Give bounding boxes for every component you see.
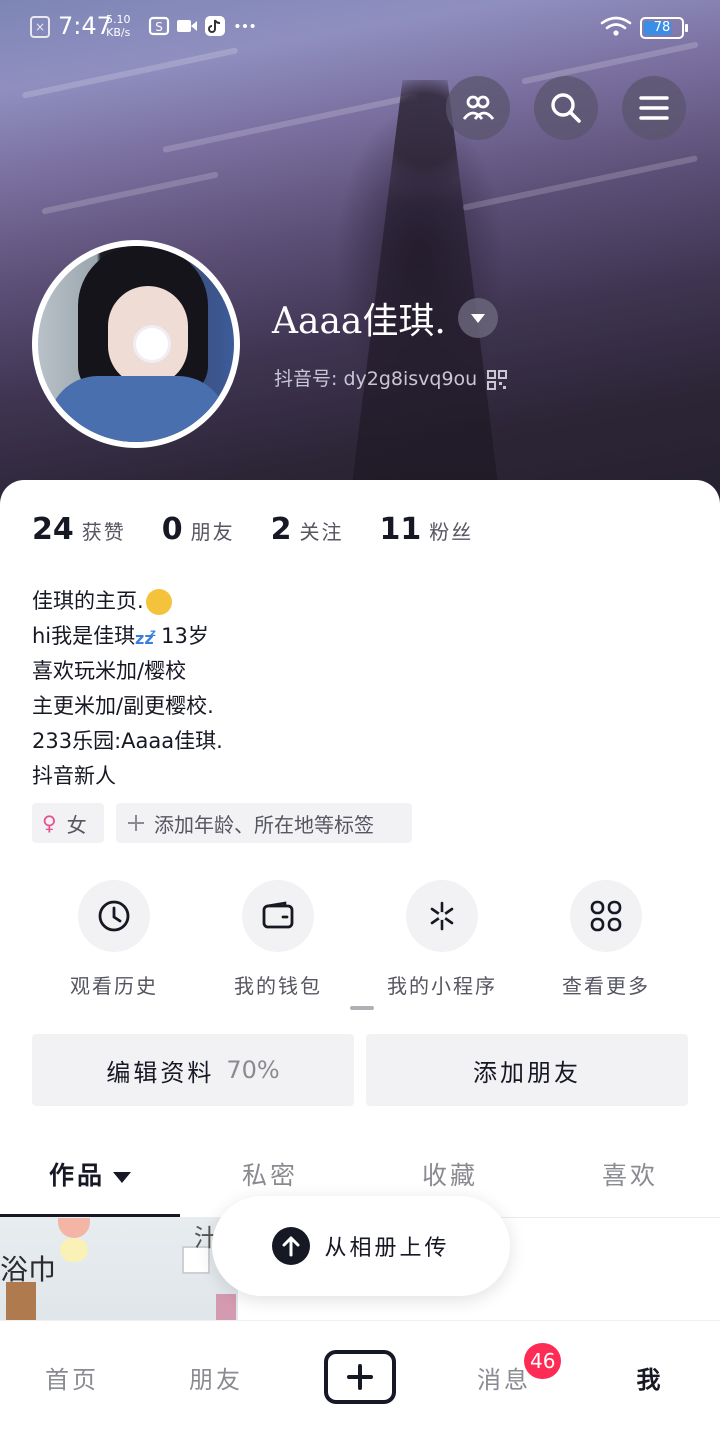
status-bar: × 7:47 5.10 KB/s S 78 (0, 0, 720, 56)
tab-private-label: 私密 (241, 1161, 298, 1190)
stat-followers[interactable]: 11 粉丝 (380, 512, 474, 547)
avatar[interactable] (32, 240, 240, 448)
bio-line: 抖音新人 (32, 764, 116, 788)
entry-label: 我的小程序 (387, 974, 497, 998)
flower-sticker (136, 328, 168, 360)
stat-followers-label: 粉丝 (429, 520, 474, 544)
profile-bio[interactable]: 佳琪的主页. hi我是佳琪 zz z 13岁 喜欢玩米加/樱校 主更米加/副更樱校. … (32, 584, 223, 794)
nav-me[interactable]: 我 (590, 1360, 710, 1395)
stat-friends-count: 0 (161, 512, 183, 547)
bio-line: 喜欢玩米加/樱校 (32, 659, 187, 683)
edit-profile-button[interactable]: 编辑资料 70% (32, 1034, 354, 1106)
search-icon (551, 93, 581, 123)
tab-private[interactable]: 私密 (180, 1156, 360, 1192)
friends-button[interactable] (446, 76, 510, 140)
qr-code-icon[interactable] (487, 369, 508, 390)
stat-following[interactable]: 2 关注 (271, 512, 344, 547)
bio-line: 主更米加/副更樱校. (32, 694, 214, 718)
entry-wallet[interactable]: 我的钱包 (218, 880, 338, 999)
tab-works[interactable]: 作品 (0, 1156, 180, 1192)
nav-messages-label: 消息 (477, 1366, 531, 1394)
stat-following-count: 2 (270, 512, 292, 547)
entry-mini-programs[interactable]: 我的小程序 (382, 880, 502, 999)
svg-text:z: z (150, 628, 156, 639)
clock-icon (98, 900, 130, 932)
entry-label: 查看更多 (562, 974, 650, 998)
nav-home[interactable]: 首页 (12, 1360, 132, 1395)
tab-likes[interactable]: 喜欢 (540, 1156, 720, 1192)
plus-icon (128, 815, 144, 831)
battery-level: 78 (653, 20, 671, 35)
search-button[interactable] (534, 76, 598, 140)
tab-likes-label: 喜欢 (601, 1161, 658, 1190)
messages-badge: 46 (524, 1343, 562, 1379)
net-speed: 5.10 KB/s (106, 13, 131, 39)
video-icon (177, 20, 197, 32)
bio-line: hi我是佳琪 (32, 624, 136, 648)
female-icon: ♀ (42, 811, 57, 835)
nav-me-label: 我 (636, 1366, 664, 1394)
tab-works-label: 作品 (48, 1161, 105, 1190)
profile-completion: 70% (226, 1056, 280, 1084)
plus-icon (347, 1364, 373, 1390)
net-speed-value: 5.10 (106, 13, 131, 26)
entry-label: 我的钱包 (234, 974, 322, 998)
tiktok-icon (205, 16, 225, 36)
stat-likes[interactable]: 24 获赞 (32, 512, 126, 547)
menu-button[interactable] (622, 76, 686, 140)
page-indicator (350, 1006, 374, 1010)
more-dots-icon (235, 23, 255, 29)
entry-watch-history[interactable]: 观看历史 (54, 880, 174, 999)
upload-from-album-button[interactable]: 从相册上传 (212, 1196, 510, 1296)
arrow-up-icon (282, 1236, 300, 1257)
gender-tag[interactable]: ♀ 女 (32, 803, 104, 843)
battery-icon: 78 (640, 17, 688, 39)
stat-likes-count: 24 (32, 512, 74, 547)
stat-following-label: 关注 (299, 520, 344, 544)
nav-friends-label: 朋友 (189, 1366, 243, 1394)
add-friend-label: 添加朋友 (473, 1058, 581, 1087)
tab-favorites[interactable]: 收藏 (360, 1156, 540, 1192)
tab-favorites-label: 收藏 (421, 1161, 478, 1190)
entry-see-more[interactable]: 查看更多 (546, 880, 666, 999)
video-thumbnail[interactable]: 浴巾 汁 (0, 1218, 238, 1328)
stats-row: 24 获赞 0 朋友 2 关注 11 粉丝 (32, 512, 509, 552)
notification-icon: × (30, 16, 50, 38)
caret-down-icon (113, 1171, 131, 1183)
grid-icon (590, 900, 622, 932)
yum-emoji-icon (145, 589, 172, 615)
cover-figure (350, 80, 500, 500)
mini-program-icon (430, 901, 454, 931)
add-friend-button[interactable]: 添加朋友 (366, 1034, 688, 1106)
add-tags-label: 添加年龄、所在地等标签 (154, 812, 374, 837)
douyin-id-text: 抖音号: dy2g8isvq9ou (274, 368, 478, 390)
zzz-emoji-icon: zzz (135, 628, 156, 648)
screenshot-icon: S (148, 16, 170, 36)
stat-followers-count: 11 (379, 512, 422, 547)
net-speed-unit: KB/s (106, 26, 131, 39)
wallet-icon (262, 901, 294, 929)
gender-label: 女 (66, 812, 87, 837)
svg-text:S: S (155, 20, 163, 34)
douyin-id[interactable]: 抖音号: dy2g8isvq9ou (274, 364, 508, 391)
bio-line: 233乐园:Aaaa佳琪. (32, 729, 223, 753)
entry-label: 观看历史 (70, 974, 158, 998)
edit-profile-label: 编辑资料 (106, 1058, 215, 1087)
hamburger-icon (639, 96, 669, 120)
bio-line: 佳琪的主页. (32, 589, 144, 613)
create-post-button[interactable] (324, 1350, 396, 1404)
stat-likes-label: 获赞 (81, 520, 126, 544)
status-time: 7:47 (58, 12, 112, 40)
stat-friends-label: 朋友 (190, 520, 235, 544)
nav-home-label: 首页 (45, 1366, 99, 1394)
upload-label: 从相册上传 (324, 1236, 450, 1261)
wifi-icon (600, 16, 632, 36)
nav-friends[interactable]: 朋友 (156, 1360, 276, 1395)
bio-line: 13岁 (161, 624, 209, 648)
add-tags-button[interactable]: 添加年龄、所在地等标签 (116, 803, 412, 843)
stat-friends[interactable]: 0 朋友 (162, 512, 235, 547)
profile-name: Aaaa佳琪. (272, 301, 446, 342)
account-switch-button[interactable] (458, 298, 498, 338)
people-icon (462, 95, 495, 120)
